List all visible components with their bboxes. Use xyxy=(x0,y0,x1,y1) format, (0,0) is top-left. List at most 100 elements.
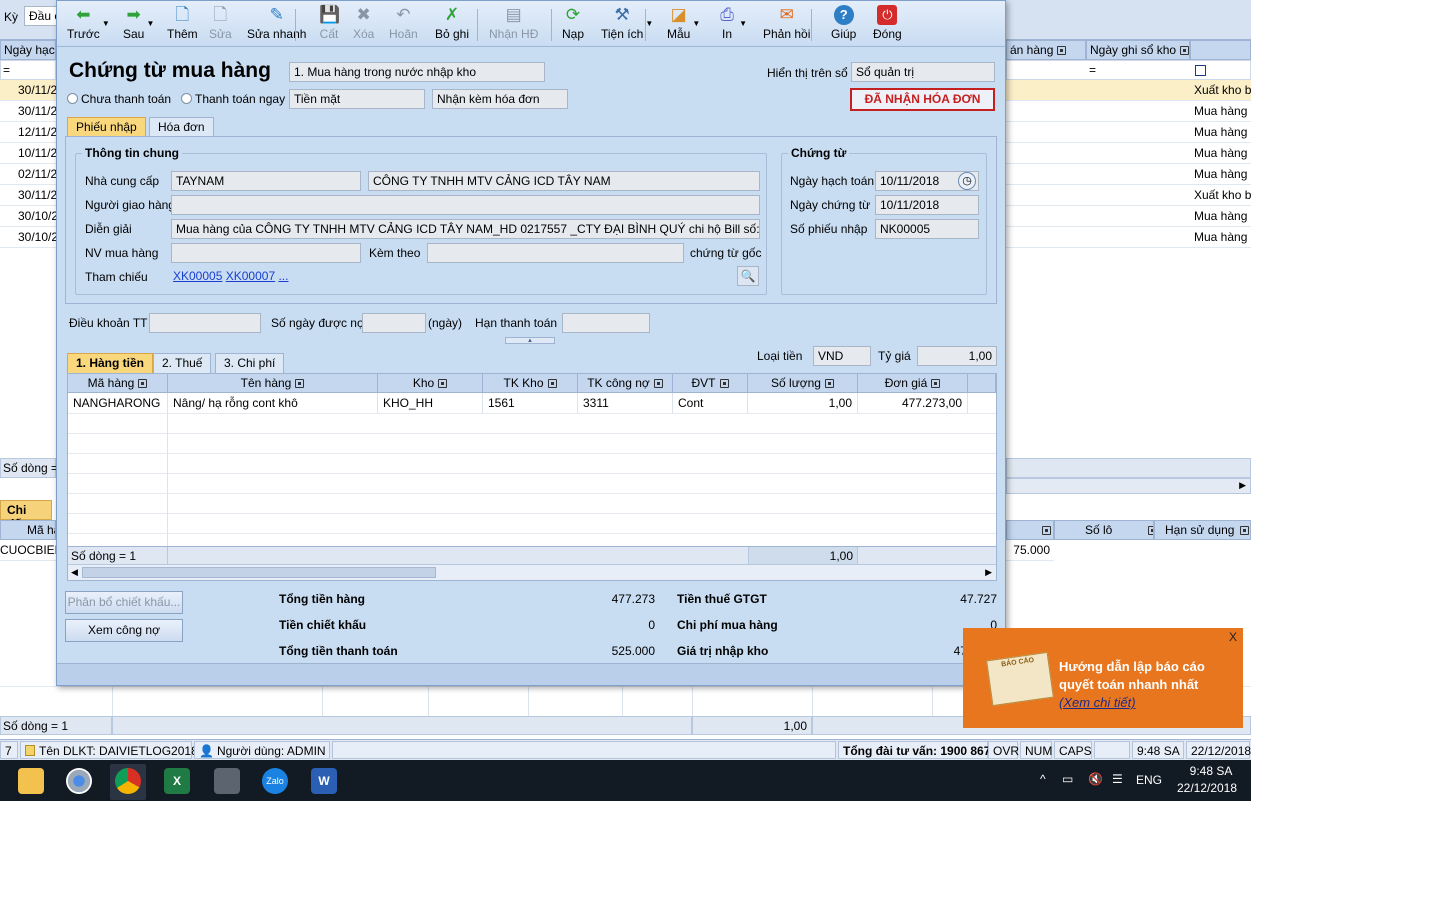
col-header-don-gia[interactable]: Đơn giá xyxy=(858,374,968,393)
cell-ma-hang[interactable]: NANGHARONG xyxy=(68,393,168,413)
dropdown-arrow-icon[interactable]: ▼ xyxy=(102,19,110,28)
table-row[interactable]: 30/11/2 xyxy=(0,101,56,122)
doc-date-input[interactable]: 10/11/2018 xyxy=(875,195,979,215)
radio-paid[interactable]: Thanh toán ngay xyxy=(181,89,285,109)
toolbar-button-arrow-left[interactable]: ⬅ Trước ▼ xyxy=(67,5,110,41)
table-row[interactable]: Mua hàng t xyxy=(1006,206,1251,227)
table-row[interactable]: 12/11/2 xyxy=(0,122,56,143)
toolbar-button-refresh[interactable]: ⟳ Nạp xyxy=(562,5,584,41)
col-header-kho[interactable]: Kho xyxy=(378,374,483,393)
table-row[interactable]: Mua hàng t xyxy=(1006,164,1251,185)
supplier-code-input[interactable]: TAYNAM xyxy=(171,171,361,191)
grid-hscroll[interactable]: ◀ ▶ xyxy=(68,564,996,580)
notification-icon[interactable]: ☰ xyxy=(1112,772,1123,786)
terms-input[interactable] xyxy=(149,313,261,333)
app-icon[interactable] xyxy=(214,768,240,794)
clock-icon[interactable]: ◷ xyxy=(958,172,976,190)
excel-icon[interactable]: X xyxy=(164,768,190,794)
toolbar-button-help[interactable]: ? Giúp xyxy=(831,5,856,41)
scroll-thumb[interactable] xyxy=(82,567,436,578)
bg-detail-tab[interactable]: Chi tiết xyxy=(0,500,52,531)
col-header-tk-cong-no[interactable]: TK công nợ xyxy=(578,374,673,393)
currency-select[interactable]: VND xyxy=(813,346,871,366)
discount-allocation-button[interactable]: Phân bổ chiết khấu... xyxy=(65,591,183,614)
table-row[interactable]: Xuất kho ba xyxy=(1006,80,1251,101)
table-row[interactable]: Mua hàng t xyxy=(1006,227,1251,248)
bg-col-header-date[interactable]: Ngày hạch xyxy=(0,40,56,60)
table-row[interactable]: NANGHARONG Nâng/ hạ rỗng cont khô KHO_HH… xyxy=(68,393,996,413)
col-header-ma-hang[interactable]: Mã hàng xyxy=(68,374,168,393)
cell-don-gia[interactable]: 477.273,00 xyxy=(858,393,968,413)
table-row[interactable]: Xuất kho ba xyxy=(1006,185,1251,206)
toolbar-button-unpost[interactable]: ✗ Bỏ ghi xyxy=(435,5,469,41)
dropdown-arrow-icon[interactable]: ▼ xyxy=(645,19,653,28)
rate-input[interactable]: 1,00 xyxy=(917,346,997,366)
dropdown-arrow-icon[interactable]: ▼ xyxy=(739,19,747,28)
invoice-option-select[interactable]: Nhận kèm hóa đơn xyxy=(432,89,568,109)
tab-goods[interactable]: 1. Hàng tiền xyxy=(67,353,154,373)
clock-date[interactable]: 22/12/2018 xyxy=(1174,781,1240,795)
zalo-icon[interactable]: Zalo xyxy=(262,768,288,794)
toolbar-button-undo[interactable]: ↶ Hoãn xyxy=(389,5,418,41)
reference-link-2[interactable]: XK00007 xyxy=(226,269,275,283)
view-debt-button[interactable]: Xem công nợ xyxy=(65,619,183,642)
toolbar-button-utility[interactable]: ⚒ Tiện ích ▼ xyxy=(601,5,653,41)
reference-search-icon[interactable]: 🔍 xyxy=(737,266,759,286)
bg-filter-checkbox[interactable] xyxy=(1195,65,1206,76)
toolbar-button-template[interactable]: ◪ Mẫu ▼ xyxy=(667,5,700,41)
table-row[interactable]: 02/11/2 xyxy=(0,164,56,185)
toolbar-button-quick-edit[interactable]: ✎ Sửa nhanh xyxy=(247,5,306,41)
collapse-handle-icon[interactable]: ▲ xyxy=(505,337,555,344)
bg-detail-col-han[interactable]: Hạn sử dụng xyxy=(1154,520,1251,540)
display-book-select[interactable]: Sổ quản trị xyxy=(851,62,995,82)
table-row[interactable]: Mua hàng t xyxy=(1006,101,1251,122)
table-row[interactable]: 30/11/2 xyxy=(0,80,56,101)
file-explorer-icon[interactable] xyxy=(18,768,44,794)
reference-more-link[interactable]: ... xyxy=(278,269,288,283)
col-header-ten-hang[interactable]: Tên hàng xyxy=(168,374,378,393)
voucher-type-select[interactable]: 1. Mua hàng trong nước nhập kho xyxy=(289,62,545,82)
table-row[interactable]: Mua hàng t xyxy=(1006,143,1251,164)
table-row[interactable]: Mua hàng t xyxy=(1006,122,1251,143)
chrome-active-icon[interactable] xyxy=(115,768,141,794)
bg-detail-row[interactable]: CUOCBIEN xyxy=(0,540,56,561)
toolbar-button-print[interactable]: ⎙ In ▼ xyxy=(717,5,747,41)
table-row[interactable]: 30/10/2 xyxy=(0,227,56,248)
word-icon[interactable]: W xyxy=(311,768,337,794)
cell-dvt[interactable]: Cont xyxy=(673,393,748,413)
clock-time[interactable]: 9:48 SA xyxy=(1186,764,1236,778)
cell-tk-cong-no[interactable]: 3311 xyxy=(578,393,673,413)
tab-receipt[interactable]: Phiếu nhập xyxy=(67,117,146,137)
due-input[interactable] xyxy=(562,313,650,333)
table-row[interactable]: 10/11/2 xyxy=(0,143,56,164)
popup-detail-link[interactable]: (Xem chi tiết) xyxy=(1059,694,1136,712)
tab-tax[interactable]: 2. Thuế xyxy=(153,353,212,373)
toolbar-button-feedback[interactable]: ✉ Phản hồi xyxy=(763,5,810,41)
tab-invoice[interactable]: Hóa đơn xyxy=(149,117,214,137)
toolbar-button-close[interactable]: ⏻ Đóng xyxy=(873,5,902,41)
description-input[interactable]: Mua hàng của CÔNG TY TNHH MTV CẢNG ICD T… xyxy=(171,219,760,239)
deliverer-input[interactable] xyxy=(171,195,760,215)
cell-kho[interactable]: KHO_HH xyxy=(378,393,483,413)
doc-no-input[interactable]: NK00005 xyxy=(875,219,979,239)
network-icon[interactable]: ▭ xyxy=(1062,772,1073,786)
payment-method-select[interactable]: Tiền mặt xyxy=(289,89,425,109)
bg-filter-eq[interactable]: = xyxy=(0,60,56,80)
col-header-dvt[interactable]: ĐVT xyxy=(673,374,748,393)
bg-filter-row-right[interactable]: = xyxy=(1006,60,1251,80)
table-row[interactable]: 30/11/2 xyxy=(0,185,56,206)
scroll-left-icon[interactable]: ◀ xyxy=(71,567,78,578)
bg-col-header-extra[interactable] xyxy=(1190,40,1251,60)
cell-ten-hang[interactable]: Nâng/ hạ rỗng cont khô xyxy=(168,393,378,413)
bg-hscroll[interactable]: ▶ xyxy=(1006,478,1251,494)
language-indicator[interactable]: ENG xyxy=(1136,773,1162,787)
toolbar-button-receive-invoice[interactable]: ▤ Nhận HĐ xyxy=(489,5,538,41)
dropdown-arrow-icon[interactable]: ▼ xyxy=(692,19,700,28)
tab-cost[interactable]: 3. Chi phí xyxy=(215,353,285,373)
attach-input[interactable] xyxy=(427,243,684,263)
bg-col-header-hang[interactable]: án hàng xyxy=(1006,40,1086,60)
reference-link-1[interactable]: XK00005 xyxy=(173,269,222,283)
col-header-extra[interactable] xyxy=(968,374,996,393)
tray-chevron-icon[interactable]: ^ xyxy=(1040,772,1046,786)
scroll-right-icon[interactable]: ▶ xyxy=(985,567,992,578)
